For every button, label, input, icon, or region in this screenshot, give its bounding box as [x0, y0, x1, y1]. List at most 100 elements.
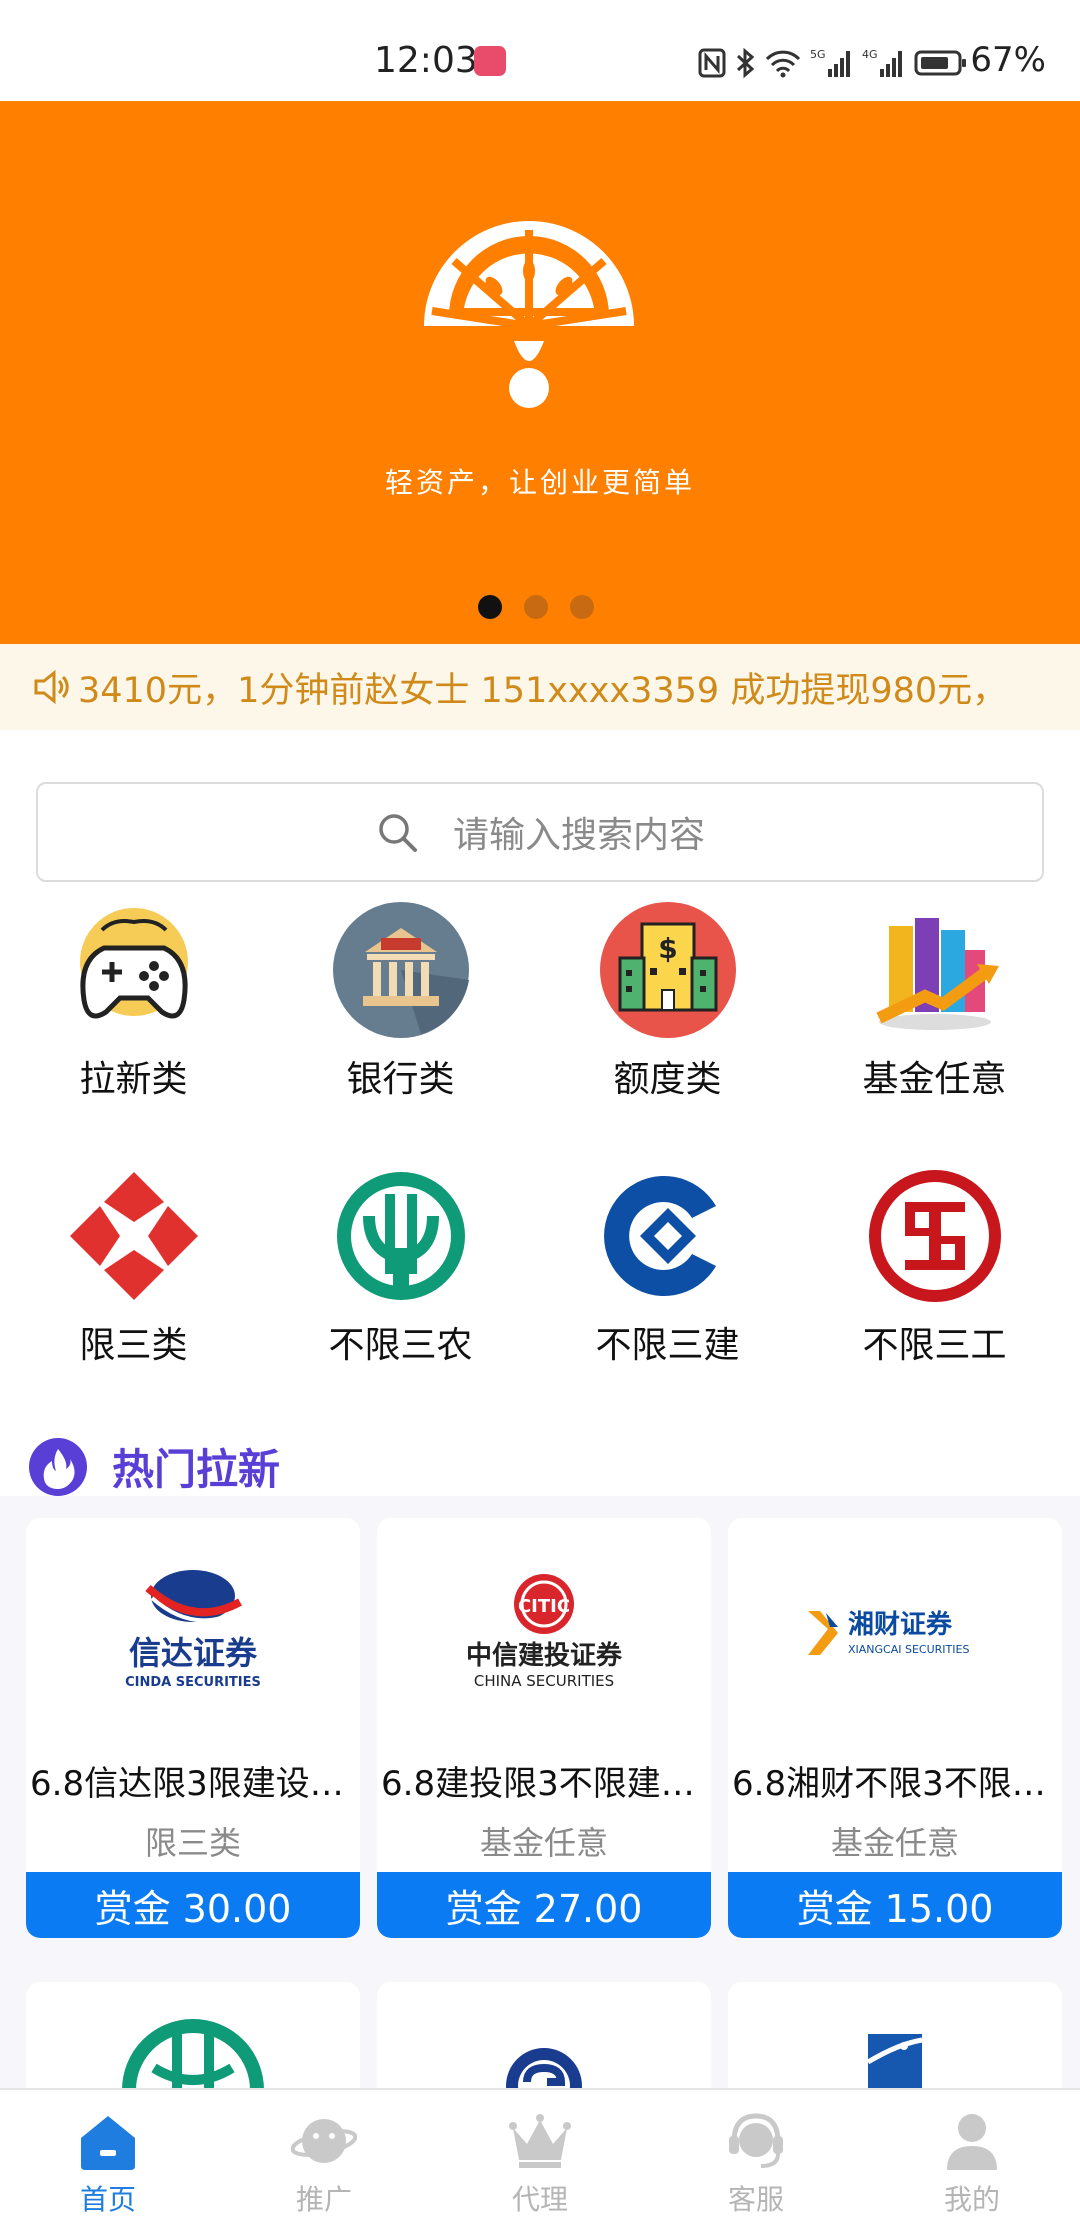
- carousel-dot-1[interactable]: [478, 595, 502, 619]
- category-label: 基金任意: [862, 1059, 1007, 1100]
- xiangcai-logo: 湘财证券 XIANGCAI SECURITIES: [728, 1518, 1062, 1748]
- battery-icon: [914, 50, 966, 76]
- category-item[interactable]: 拉新类: [0, 900, 267, 1166]
- carousel-dot-3[interactable]: [570, 595, 594, 619]
- category-item[interactable]: 银行类: [267, 900, 534, 1166]
- tab-home[interactable]: 首页: [0, 2090, 216, 2228]
- promo-banner[interactable]: 轻资产，让创业更简单: [0, 101, 1080, 644]
- nfc-icon: [698, 48, 726, 78]
- svg-text:5G: 5G: [810, 48, 826, 61]
- carousel-indicator[interactable]: [478, 595, 594, 619]
- abc-bank-icon: [122, 2019, 264, 2092]
- tab-promote[interactable]: 推广: [216, 2090, 432, 2228]
- tab-label: 我的: [943, 2183, 1000, 2216]
- brand-name-en: CINDA SECURITIES: [125, 1675, 261, 1690]
- product-title: 6.8信达限3限建设…: [30, 1764, 344, 1804]
- wifi-icon: [765, 50, 801, 78]
- icbc-bank-icon: [868, 1170, 1001, 1302]
- category-grid: 拉新类 银行类 $ 额度类 基金任意 限三类 不限三农 不限三建 不限三工: [0, 900, 1080, 1432]
- reward-button[interactable]: 赏金 15.00: [728, 1872, 1062, 1938]
- brand-name: 湘财证券: [848, 1610, 953, 1640]
- product-card[interactable]: CITIC 中信建投证券 CHINA SECURITIES 6.8建投限3不限建…: [377, 1518, 711, 1938]
- app-notification-icon: [474, 46, 506, 76]
- brand-name: 信达证券: [129, 1634, 258, 1672]
- hot-section-title: 热门拉新: [112, 1445, 281, 1494]
- category-item[interactable]: 不限三农: [267, 1166, 534, 1432]
- tab-label: 代理: [511, 2183, 568, 2216]
- product-card[interactable]: [377, 1982, 711, 2092]
- tab-agent[interactable]: 代理: [432, 2090, 648, 2228]
- category-item[interactable]: 不限三建: [534, 1166, 801, 1432]
- ccb-bank-icon: [603, 1176, 716, 1296]
- tab-label: 推广: [295, 2183, 352, 2216]
- tab-label: 客服: [727, 2183, 784, 2216]
- category-label: 不限三农: [328, 1325, 473, 1366]
- search-input[interactable]: 请输入搜索内容: [36, 782, 1044, 882]
- search-placeholder: 请输入搜索内容: [452, 815, 705, 856]
- status-time: 12:03: [374, 40, 478, 81]
- home-icon: [81, 2116, 135, 2170]
- svg-text:4G: 4G: [862, 48, 878, 61]
- building-dollar-icon: $: [599, 902, 736, 1038]
- hot-section-header: 热门拉新: [28, 1436, 280, 1497]
- xiangcai-logo-icon: 湘财证券 XIANGCAI SECURITIES: [808, 1610, 969, 1656]
- diamond-logo-icon: [69, 1172, 198, 1300]
- category-label: 额度类: [613, 1059, 722, 1100]
- product-list: 信达证券 CINDA SECURITIES 6.8信达限3限建设… 限三类 赏金…: [26, 1518, 1062, 1938]
- battery-level: 67%: [970, 40, 1046, 80]
- tab-service[interactable]: 客服: [648, 2090, 864, 2228]
- product-category: 基金任意: [479, 1824, 608, 1862]
- headset-icon: [729, 2113, 783, 2168]
- bluetooth-icon: [736, 47, 755, 79]
- tab-label: 首页: [79, 2183, 136, 2216]
- brand-name-en: CHINA SECURITIES: [474, 1672, 614, 1690]
- carousel-dot-2[interactable]: [524, 595, 548, 619]
- securities-logo-icon: [506, 2048, 582, 2092]
- category-label: 银行类: [346, 1059, 455, 1100]
- product-card[interactable]: 信达证券 CINDA SECURITIES 6.8信达限3限建设… 限三类 赏金…: [26, 1518, 360, 1938]
- reward-button[interactable]: 赏金 27.00: [377, 1872, 711, 1938]
- product-title: 6.8湘财不限3不限…: [732, 1764, 1046, 1804]
- crown-icon: [509, 2114, 571, 2168]
- brand-name: 中信建投证券: [466, 1641, 623, 1671]
- category-label: 限三类: [79, 1325, 188, 1366]
- category-item[interactable]: 限三类: [0, 1166, 267, 1432]
- cinda-logo-icon: 信达证券 CINDA SECURITIES: [125, 1570, 261, 1690]
- svg-text:CITIC: CITIC: [518, 1596, 570, 1617]
- product-card[interactable]: [728, 1982, 1062, 2092]
- gamepad-icon: [79, 908, 188, 1019]
- category-item[interactable]: 不限三工: [801, 1166, 1068, 1432]
- bank-icon: [332, 902, 469, 1038]
- product-title: 6.8建投限3不限建…: [381, 1764, 695, 1804]
- category-label: 不限三工: [862, 1325, 1007, 1366]
- planet-icon: [291, 2119, 357, 2163]
- orange-logo-icon: [424, 221, 634, 408]
- csc-logo: CITIC 中信建投证券 CHINA SECURITIES: [377, 1518, 711, 1748]
- notice-marquee: 3410元，1分钟前赵女士 151xxxx3359 成功提现980元，: [0, 644, 1080, 730]
- product-card[interactable]: 湘财证券 XIANGCAI SECURITIES 6.8湘财不限3不限… 基金任…: [728, 1518, 1062, 1938]
- notice-text: 3410元，1分钟前赵女士 151xxxx3359 成功提现980元，: [78, 670, 1008, 711]
- status-icons: 5G 4G: [698, 46, 968, 80]
- cinda-logo: 信达证券 CINDA SECURITIES: [26, 1518, 360, 1748]
- category-label: 拉新类: [79, 1059, 188, 1100]
- category-label: 不限三建: [595, 1325, 740, 1366]
- banner-slogan: 轻资产，让创业更简单: [384, 466, 695, 499]
- status-bar: 12:03 5G 4G 67%: [0, 0, 1080, 101]
- user-icon: [947, 2114, 997, 2170]
- speaker-icon: [34, 669, 69, 705]
- abc-bank-icon: [336, 1172, 465, 1300]
- product-category: 限三类: [144, 1824, 241, 1862]
- category-item[interactable]: 基金任意: [801, 900, 1068, 1166]
- product-list-row2: [26, 1982, 1062, 2092]
- flame-icon: [29, 1437, 87, 1496]
- product-card[interactable]: [26, 1982, 360, 2092]
- svg-text:$: $: [658, 932, 677, 965]
- search-icon: [379, 814, 417, 852]
- category-item[interactable]: $ 额度类: [534, 900, 801, 1166]
- product-category: 基金任意: [830, 1824, 959, 1862]
- signal-5g-icon: 5G: [810, 48, 850, 77]
- tab-mine[interactable]: 我的: [864, 2090, 1080, 2228]
- csc-logo-icon: CITIC 中信建投证券 CHINA SECURITIES: [466, 1574, 623, 1690]
- fund-chart-icon: [875, 918, 999, 1030]
- reward-button[interactable]: 赏金 30.00: [26, 1872, 360, 1938]
